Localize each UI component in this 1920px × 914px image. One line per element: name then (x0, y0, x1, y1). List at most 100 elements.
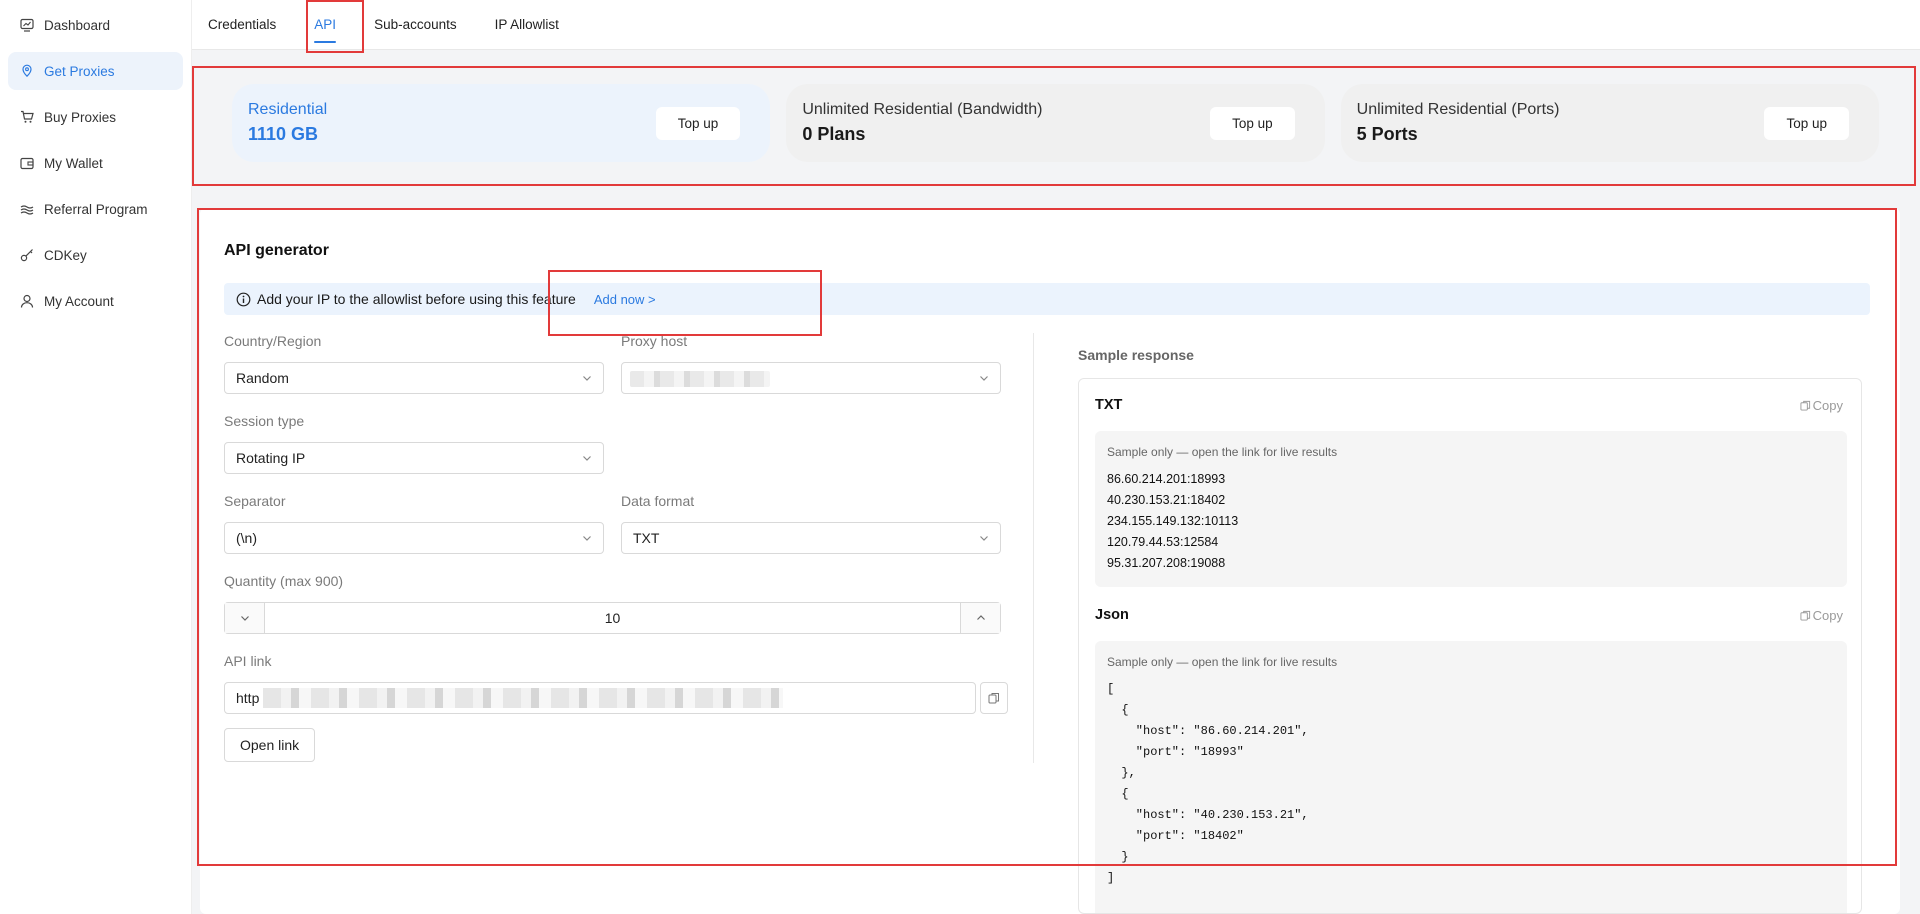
copy-json-button[interactable]: Copy (1800, 608, 1843, 623)
txt-heading: TXT (1095, 397, 1123, 413)
separator-label: Separator (224, 493, 286, 509)
tab-ip-allowlist[interactable]: IP Allowlist (495, 17, 559, 49)
allowlist-notice: Add your IP to the allowlist before usin… (224, 283, 1870, 315)
plan-title: Residential (248, 101, 328, 118)
txt-line: 120.79.44.53:12584 (1107, 535, 1219, 549)
data-format-label: Data format (621, 493, 695, 509)
sidebar-item-label: Buy Proxies (44, 109, 117, 125)
country-label: Country/Region (224, 333, 322, 349)
separator-select[interactable]: (\n) (224, 522, 604, 554)
session-type-select[interactable]: Rotating IP (224, 442, 604, 474)
sidebar-item-referral-program[interactable]: Referral Program (8, 190, 183, 228)
tab-api[interactable]: API (314, 17, 336, 49)
sample-note: Sample only — open the link for live res… (1107, 445, 1338, 459)
sidebar-item-buy-proxies[interactable]: Buy Proxies (8, 98, 183, 136)
json-line: "host": "40.230.153.21", (1107, 808, 1309, 822)
sidebar-item-cdkey[interactable]: CDKey (8, 236, 183, 274)
quantity-input[interactable]: 10 (265, 603, 960, 633)
add-now-link[interactable]: Add now > (594, 292, 656, 307)
sidebar-item-dashboard[interactable]: Dashboard (8, 6, 183, 44)
sidebar-item-get-proxies[interactable]: Get Proxies (8, 52, 183, 90)
quantity-label: Quantity (max 900) (224, 573, 344, 589)
proxy-host-select[interactable] (621, 362, 1001, 394)
wallet-icon (20, 156, 34, 170)
data-format-value: TXT (633, 530, 660, 546)
decrement-button[interactable] (225, 603, 265, 633)
layers-icon (20, 202, 34, 216)
plan-card-unlimited-ports: Unlimited Residential (Ports) 5 Ports To… (1340, 84, 1879, 162)
top-up-button[interactable]: Top up (1210, 106, 1295, 140)
sidebar-item-label: Dashboard (44, 17, 111, 33)
sidebar-item-label: CDKey (44, 247, 87, 263)
chevron-down-icon (581, 372, 593, 384)
redacted-host (630, 371, 770, 387)
country-value: Random (236, 370, 289, 386)
chevron-down-icon (581, 532, 593, 544)
plan-title: Unlimited Residential (Bandwidth) (802, 101, 1043, 118)
tab-sub-accounts[interactable]: Sub-accounts (374, 17, 457, 49)
sample-response-title: Sample response (1078, 347, 1194, 363)
api-link-field[interactable]: http (224, 682, 976, 714)
top-up-button[interactable]: Top up (1764, 106, 1849, 140)
sample-response-card: TXT Copy Sample only — open the link for… (1078, 378, 1862, 914)
user-icon (20, 294, 34, 308)
chevron-down-icon (978, 532, 990, 544)
chevron-up-icon (976, 615, 985, 620)
json-line: [ (1107, 682, 1115, 696)
data-format-select[interactable]: TXT (621, 522, 1001, 554)
sidebar-nav: Dashboard Get Proxies Buy Proxies My Wal… (0, 0, 191, 320)
chevron-down-icon (240, 616, 249, 621)
json-line: "port": "18993" (1107, 745, 1244, 759)
plan-cards: Residential 1110 GB Top up Unlimited Res… (232, 84, 1879, 162)
sidebar-item-label: My Wallet (44, 155, 103, 171)
plan-value: 0 Plans (802, 124, 866, 144)
plan-card-residential: Residential 1110 GB Top up (232, 84, 771, 162)
separator-value: (\n) (236, 530, 257, 546)
redacted-link (263, 688, 784, 708)
txt-line: 40.230.153.21:18402 (1107, 493, 1226, 507)
proxy-host-label: Proxy host (621, 333, 688, 349)
plan-value: 1110 GB (248, 124, 319, 144)
json-line: ] (1107, 871, 1115, 885)
copy-link-button[interactable] (980, 682, 1008, 714)
json-line: { (1107, 787, 1129, 801)
json-line: } (1107, 850, 1129, 864)
cart-icon (20, 110, 34, 124)
json-line: "host": "86.60.214.201", (1107, 724, 1309, 738)
increment-button[interactable] (960, 603, 1000, 633)
location-pin-icon (20, 64, 34, 78)
info-icon (236, 292, 251, 307)
plan-value: 5 Ports (1356, 124, 1418, 144)
divider (1033, 333, 1034, 763)
json-line: }, (1107, 766, 1136, 780)
country-select[interactable]: Random (224, 362, 604, 394)
sidebar-item-label: Get Proxies (44, 63, 115, 79)
copy-icon (988, 693, 999, 704)
chevron-down-icon (581, 452, 593, 464)
main-area: Credentials API Sub-accounts IP Allowlis… (192, 0, 1920, 914)
dashboard-icon (20, 18, 34, 32)
session-type-label: Session type (224, 413, 305, 429)
sidebar-item-my-wallet[interactable]: My Wallet (8, 144, 183, 182)
section-title: API generator (224, 242, 329, 259)
sidebar-item-my-account[interactable]: My Account (8, 282, 183, 320)
json-line: "port": "18402" (1107, 829, 1244, 843)
api-generator-card: API generator Add your IP to the allowli… (200, 208, 1900, 914)
copy-txt-button[interactable]: Copy (1800, 398, 1843, 413)
txt-code-block: Sample only — open the link for live res… (1095, 431, 1847, 587)
key-icon (20, 248, 34, 262)
plan-title: Unlimited Residential (Ports) (1356, 101, 1560, 118)
open-link-button[interactable]: Open link (224, 728, 316, 762)
session-type-value: Rotating IP (236, 450, 306, 466)
quantity-stepper: 10 (224, 602, 1001, 634)
json-line: { (1107, 703, 1129, 717)
copy-icon (1800, 400, 1810, 411)
top-up-button[interactable]: Top up (655, 106, 741, 140)
chevron-down-icon (978, 372, 990, 384)
sidebar-item-label: My Account (44, 293, 114, 309)
plan-card-unlimited-bandwidth: Unlimited Residential (Bandwidth) 0 Plan… (786, 84, 1325, 162)
api-link-prefix: http (236, 690, 260, 706)
tab-credentials[interactable]: Credentials (208, 17, 276, 49)
tab-bar: Credentials API Sub-accounts IP Allowlis… (192, 0, 1920, 50)
copy-label: Copy (1812, 398, 1843, 413)
